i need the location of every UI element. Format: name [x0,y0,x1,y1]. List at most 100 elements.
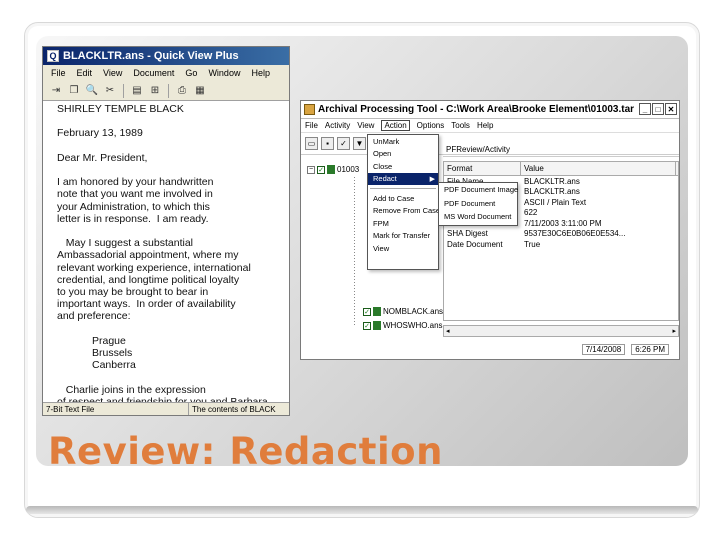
letter-document: SHIRLEY TEMPLE BLACK February 13, 1989 D… [43,101,289,408]
menu-separator [370,188,436,189]
letter-line: Charlie joins in the expression [57,383,206,396]
apt-menu-options[interactable]: Options [417,121,445,130]
action-menu-item-unmark[interactable]: UnMark [368,135,438,148]
qv-menu-window[interactable]: Window [208,68,240,78]
file-icon [373,307,381,316]
minimize-icon[interactable]: _ [639,103,651,115]
apt-menu-tools[interactable]: Tools [451,121,470,130]
toolbar-separator [168,83,169,98]
action-menu-item-view[interactable]: View [368,242,438,255]
letter-line: note that you want me involved in [57,188,213,201]
action-menu-item-open[interactable]: Open [368,148,438,161]
collapse-icon[interactable]: − [307,165,315,174]
letter-line: to you may be brought to bear in [57,286,209,299]
grid-icon[interactable]: ▦ [193,84,207,98]
archival-tool-title: Archival Processing Tool - C:\Work Area\… [318,104,635,115]
property-name: Date Document [447,239,503,249]
zoom-icon[interactable]: ⊞ [148,84,162,98]
find-icon[interactable]: 🔍 [85,84,99,98]
quickview-menubar: File Edit View Document Go Window Help [43,65,289,81]
folder-icon[interactable]: ▭ [305,137,318,150]
tree-connector [354,177,355,327]
menu-item-label: UnMark [373,136,400,146]
archival-tool-titlebar[interactable]: Archival Processing Tool - C:\Work Area\… [301,101,679,119]
close-icon[interactable]: ✕ [665,103,677,115]
submenu-item-ms-word-document[interactable]: MS Word Document [439,210,517,224]
page-icon[interactable]: ▤ [130,84,144,98]
letter-line: letter is in response. I am ready. [57,212,209,225]
checkbox-icon[interactable]: ✓ [317,165,325,174]
menu-item-label: Redact [373,174,397,184]
scroll-right-icon[interactable]: ▸ [672,327,676,335]
submenu-item-pdf-document[interactable]: PDF Document [439,197,517,211]
qv-menu-help[interactable]: Help [251,68,270,78]
apt-menu-help[interactable]: Help [477,121,493,130]
action-menu-item-add-to-case[interactable]: Add to Case [368,192,438,205]
action-menu-item-close[interactable]: Close [368,160,438,173]
apt-menu-activity[interactable]: Activity [325,121,350,130]
tree-root[interactable]: − ✓ 01003 [307,165,359,174]
qv-menu-go[interactable]: Go [185,68,197,78]
qv-menu-file[interactable]: File [51,68,66,78]
apt-menu-view[interactable]: View [357,121,374,130]
status-date: 7/14/2008 [581,343,626,355]
letter-line: relevant working experience, internation… [57,261,251,274]
letter-line [57,225,279,237]
column-header-value[interactable]: Value [521,162,676,175]
action-menu-item-fpm[interactable]: FPM [368,217,438,230]
letter-line: Dear Mr. President, [57,151,148,164]
mark-icon[interactable]: ✓ [337,137,350,150]
table-header: Format Value [444,162,678,176]
submenu-item-pdf-document-image[interactable]: PDF Document Image [439,183,518,197]
table-row[interactable]: SHA Digest 9537E30C6E0B06E0E534... [444,229,678,240]
letter-line: Ambassadorial appointment, where my [57,249,239,262]
menu-item-label: Open [373,149,392,159]
tree-item-label: NOMBLACK.ans [383,307,444,316]
folder-icon [327,165,335,174]
status-time: 6:26 PM [631,343,669,355]
cut-icon[interactable]: ✂ [103,84,117,98]
letter-line: Brussels [57,347,133,360]
menu-item-label: View [373,243,390,253]
checkbox-icon[interactable]: ✓ [363,321,371,330]
copy-icon[interactable]: ❐ [67,84,81,98]
archival-tool-statusbar: 7/14/2008 6:26 PM [443,341,679,357]
pin-icon[interactable]: ⇥ [49,84,63,98]
letter-line: and preference: [57,310,131,323]
contents-status: The contents of BLACK [192,404,276,414]
letter-line: your Administration, to which this [57,200,210,213]
scroll-left-icon[interactable]: ◂ [446,327,450,335]
tree-root-label: 01003 [337,165,360,174]
table-row[interactable]: Date Document True [444,239,678,250]
action-menu-item-redact[interactable]: Redact ▶ [368,172,438,185]
column-header-format[interactable]: Format [444,162,521,175]
qv-menu-document[interactable]: Document [133,68,174,78]
maximize-icon[interactable]: □ [652,103,664,115]
tree-item[interactable]: ✓ WHOSWHO.ans [363,321,443,330]
save-icon[interactable]: ▪ [321,137,334,150]
menu-item-label: Close [373,161,393,171]
property-value: 7/11/2003 3:11:00 PM [524,218,602,228]
file-icon [373,321,381,330]
action-menu-item-mark-for-transfer[interactable]: Mark for Transfer [368,230,438,243]
horizontal-scrollbar[interactable]: ◂ ▸ [443,325,679,337]
quickview-toolbar: ⇥ ❐ 🔍 ✂ ▤ ⊞ ⎙ ▦ [43,81,289,101]
apt-menu-file[interactable]: File [305,121,318,130]
filter-icon[interactable]: ▼ [353,137,366,150]
redact-submenu: PDF Document Image PDF Document MS Word Do… [438,182,518,226]
qv-menu-view[interactable]: View [103,68,122,78]
tree-item[interactable]: ✓ NOMBLACK.ans [363,307,443,316]
letter-line [57,323,279,335]
quickview-statusbar: 7-Bit Text File The contents of BLACK [43,402,289,415]
activity-header: PFReview/Activity [443,143,679,157]
quickview-titlebar[interactable]: Q BLACKLTR.ans - Quick View Plus [43,47,289,65]
letter-line: Prague [57,334,126,347]
qv-menu-edit[interactable]: Edit [77,68,93,78]
apt-menu-action[interactable]: Action [381,120,410,131]
menu-item-label: Remove From Case [373,206,441,216]
action-menu-item-remove-from-case[interactable]: Remove From Case [368,205,441,218]
checkbox-icon[interactable]: ✓ [363,307,371,316]
letter-line: I am honored by your handwritten [57,176,214,189]
print-icon[interactable]: ⎙ [175,84,189,98]
archive-app-icon [304,104,315,115]
